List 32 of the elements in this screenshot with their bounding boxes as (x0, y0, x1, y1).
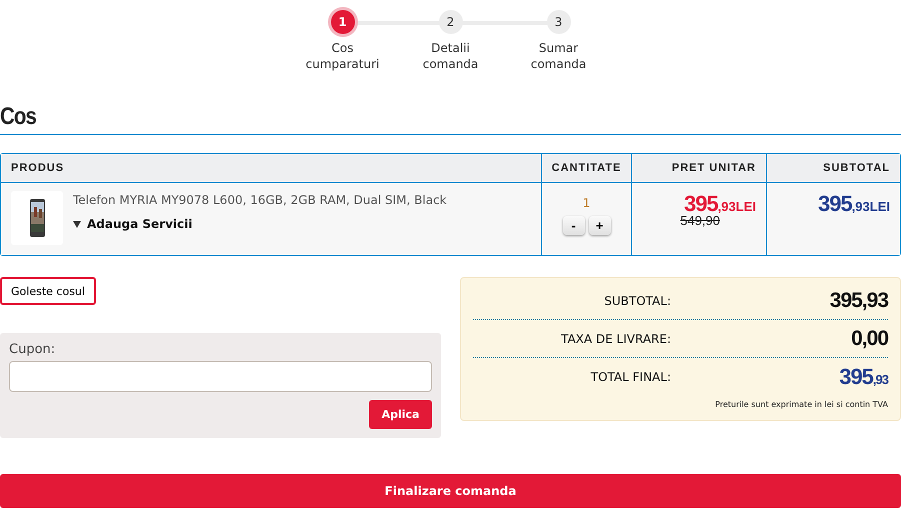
subtotal-price: 395,93LEI (818, 191, 890, 217)
summary-value: 395,93 (830, 288, 888, 312)
apply-button[interactable]: Aplica (369, 400, 432, 429)
column-header: PRET UNITAR (672, 162, 756, 174)
checkout-button[interactable]: Finalizare comanda (0, 474, 901, 508)
coupon-label: Cupon: (9, 342, 56, 357)
page-heading: Cos (0, 102, 34, 132)
add-services-toggle[interactable]: Adauga Servicii (73, 217, 192, 231)
step-label: Cos cumparaturi (304, 40, 380, 72)
step-number[interactable]: 3 (546, 10, 570, 34)
decrease-button[interactable]: - (562, 216, 584, 235)
step-label: Detalii comanda (422, 40, 480, 72)
column-header: SUBTOTAL (823, 162, 890, 174)
empty-cart-button[interactable]: Goleste cosul (0, 277, 96, 305)
step-label: Sumar comanda (530, 40, 588, 72)
column-header: CANTITATE (552, 162, 622, 174)
step-number[interactable]: 2 (438, 10, 462, 34)
summary-label: SUBTOTAL: (603, 294, 671, 308)
coupon-field[interactable] (9, 361, 432, 392)
summary-value: 0,00 (851, 326, 888, 350)
increase-button[interactable]: + (588, 216, 610, 235)
unit-price: 395,93LEI (684, 191, 756, 216)
total-value: 395,93 (839, 364, 888, 390)
summary-label: TAXA DE LIVRARE: (560, 332, 671, 346)
summary-label: TOTAL FINAL: (590, 370, 671, 384)
column-header: PRODUS (11, 162, 64, 174)
step-number[interactable]: 1 (330, 10, 354, 34)
old-price: 549,90 (680, 213, 720, 228)
quantity-value: 1 (582, 196, 590, 210)
caret-icon (73, 220, 81, 228)
product-name[interactable]: Telefon MYRIA MY9078 L600, 16GB, 2GB RAM, Dual SIM, Black (73, 193, 447, 207)
vat-note: Preturile sunt exprimate in lei si contin TVA (715, 400, 888, 409)
